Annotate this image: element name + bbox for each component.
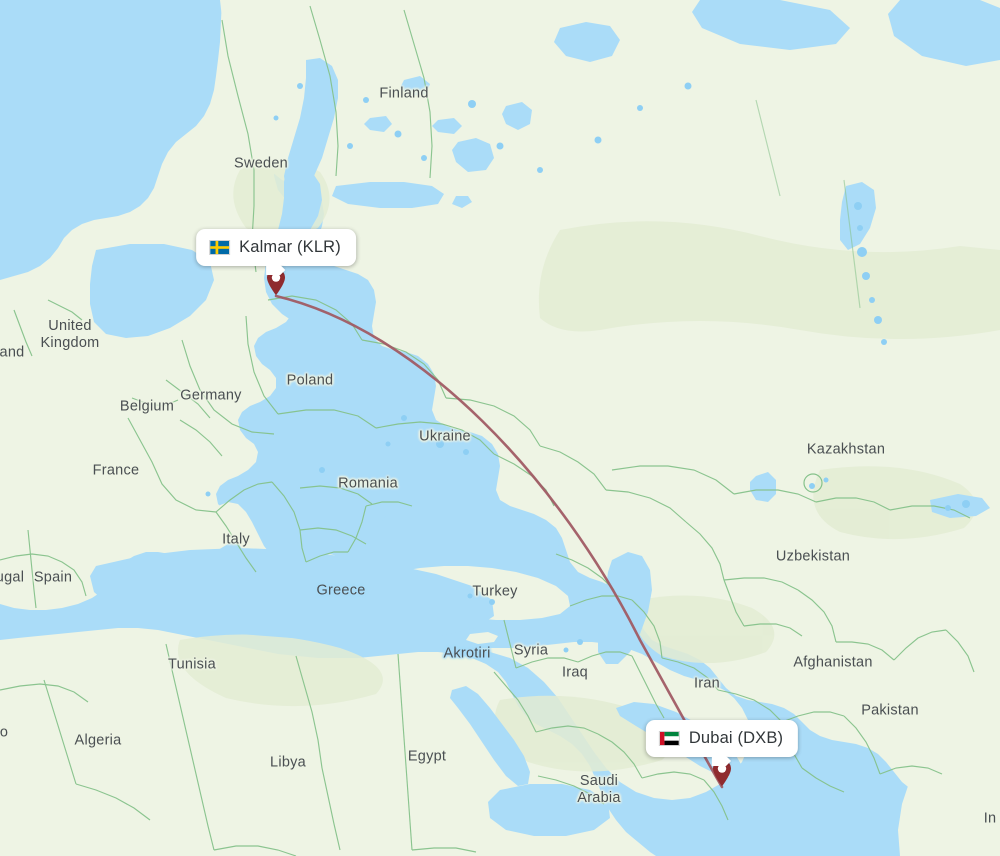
water-aden bbox=[488, 784, 610, 836]
map-canvas bbox=[0, 0, 1000, 856]
callout-tail bbox=[712, 756, 732, 766]
callout-tail bbox=[266, 265, 286, 275]
flight-route-map[interactable]: Finland Sweden and United Kingdom Belgium Ger… bbox=[0, 0, 1000, 856]
airport-callout-label: Dubai (DXB) bbox=[688, 729, 784, 747]
sweden-flag bbox=[209, 240, 231, 255]
uae-flag bbox=[658, 731, 680, 746]
airport-callout-klr[interactable]: Kalmar (KLR) bbox=[196, 229, 356, 266]
airport-callout-dxb[interactable]: Dubai (DXB) bbox=[645, 720, 799, 757]
airport-callout-label: Kalmar (KLR) bbox=[239, 238, 341, 256]
